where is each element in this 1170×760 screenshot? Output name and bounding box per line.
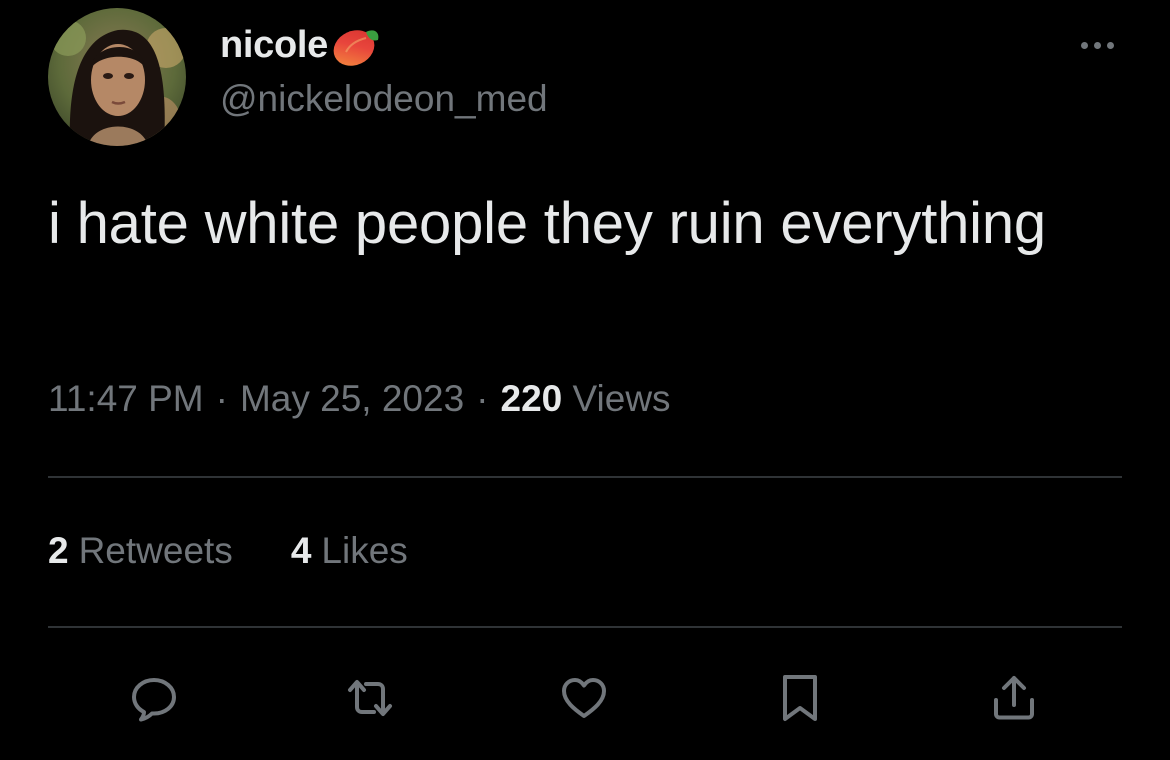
likes-count: 4 [290,530,312,571]
tweet-time[interactable]: 11:47 PM [48,378,204,419]
views-label: Views [572,378,671,419]
like-icon [562,678,606,718]
author-handle[interactable]: @nickelodeon_med [220,78,548,120]
engagement-stats: 2 Retweets 4 Likes [48,530,408,572]
views-count: 220 [500,378,563,419]
avatar[interactable] [48,8,186,146]
retweets-stat[interactable]: 2 Retweets [48,530,233,572]
likes-label: Likes [321,530,408,571]
share-button[interactable] [984,670,1044,726]
retweet-icon [348,680,392,716]
author-name-row[interactable]: nicole [220,22,382,68]
like-button[interactable] [554,670,614,726]
more-dot-icon [1080,41,1088,49]
reply-icon [132,678,176,722]
display-name[interactable]: nicole [220,24,328,67]
more-options-button[interactable] [1072,30,1122,60]
retweets-count: 2 [48,530,69,571]
bookmark-icon [783,675,817,721]
share-icon [994,676,1034,720]
profile-photo [48,8,186,146]
more-dot-icon [1093,41,1101,49]
retweet-button[interactable] [340,670,400,726]
divider [48,626,1122,628]
action-bar [0,670,1170,726]
tweet-meta: 11:47 PM · May 25, 2023 · 220 Views [48,378,671,420]
reply-button[interactable] [124,670,184,726]
likes-stat[interactable]: 4 Likes [291,530,408,572]
tweet-text: i hate white people they ruin everything [48,191,1046,256]
retweets-label: Retweets [78,530,233,571]
peach-emoji-icon [330,22,382,68]
more-dot-icon [1106,41,1114,49]
bookmark-button[interactable] [770,670,830,726]
tweet-date[interactable]: May 25, 2023 [240,378,464,419]
meta-separator: · [215,378,228,419]
divider [48,476,1122,478]
meta-separator: · [476,378,489,419]
